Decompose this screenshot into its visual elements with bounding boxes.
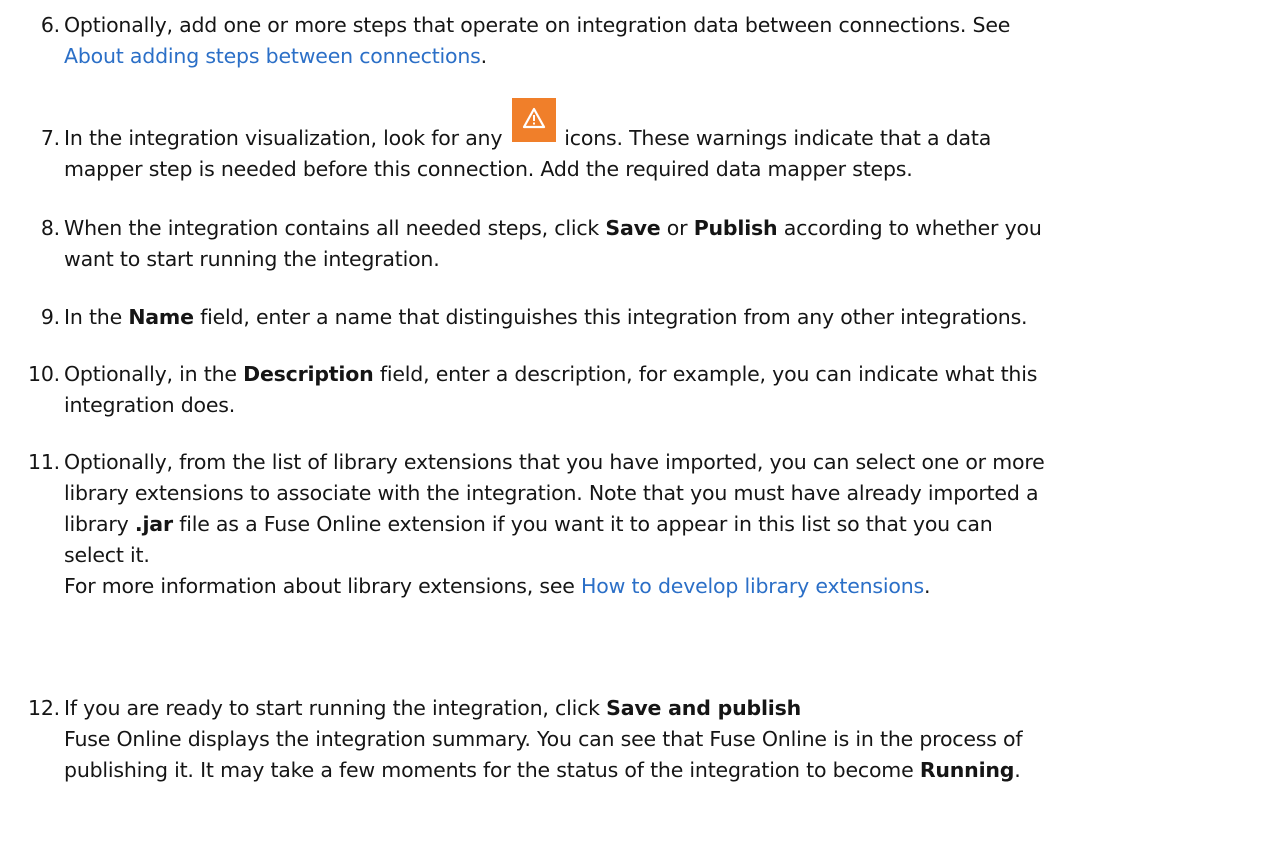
step-text: want to start running the integration. <box>64 247 440 271</box>
step-text: according to whether you <box>783 216 1042 240</box>
keyword-description: Description <box>243 362 374 386</box>
step-text: or <box>666 216 688 240</box>
step-text: In the integration visualization, look f… <box>64 126 503 150</box>
step-text: mapper step is needed before this connec… <box>64 157 913 181</box>
keyword-publish: Publish <box>693 216 778 240</box>
step-text: field, enter a name that distinguishes t… <box>200 305 1028 329</box>
step-number: 9. <box>40 305 60 329</box>
keyword-save-and-publish: Save and publish <box>606 696 802 720</box>
step-number: 10. <box>27 362 60 386</box>
step-text: If you are ready to start running the in… <box>64 696 600 720</box>
about-adding-steps-link[interactable]: About adding steps between connections <box>64 44 481 68</box>
keyword-save: Save <box>605 216 661 240</box>
warning-icon-wrapper <box>502 98 564 154</box>
warning-icon <box>512 98 557 142</box>
list-item: 8. When the integration contains all nee… <box>41 213 1264 275</box>
step-text: Fuse Online displays the integration sum… <box>64 727 1023 751</box>
step-text: library extensions to associate with the… <box>64 481 1039 505</box>
step-text: Optionally, in the <box>64 362 237 386</box>
step-text: select it. <box>64 543 150 567</box>
step-text: integration does. <box>64 393 236 417</box>
keyword-running: Running <box>919 758 1015 782</box>
keyword-name: Name <box>128 305 194 329</box>
step-text: icons. These warnings indicate that a da… <box>564 126 992 150</box>
step-number: 12. <box>27 696 60 720</box>
keyword-jar: .jar <box>134 512 173 536</box>
step-number: 11. <box>27 450 60 474</box>
list-item: 6. Optionally, add one or more steps tha… <box>41 10 1264 72</box>
step-text: In the <box>64 305 122 329</box>
step-text: . <box>1014 758 1021 782</box>
step-text: For more information about library exten… <box>64 574 575 598</box>
step-text: . <box>924 574 931 598</box>
list-item: 10. Optionally, in the Description field… <box>28 359 1264 421</box>
list-item: 9. In the Name field, enter a name that … <box>41 302 1264 333</box>
list-item: 7. In the integration visualization, loo… <box>41 98 1264 185</box>
step-text: Optionally, from the list of library ext… <box>64 450 1045 474</box>
develop-library-extensions-link[interactable]: How to develop library extensions <box>581 574 924 598</box>
step-text: library <box>64 512 129 536</box>
step-number: 7. <box>40 126 60 150</box>
step-text: publishing it. It may take a few moments… <box>64 758 914 782</box>
step-text: . <box>480 44 488 68</box>
step-text: When the integration contains all needed… <box>64 216 600 240</box>
step-number: 6. <box>40 13 60 37</box>
step-number: 8. <box>40 216 60 240</box>
step-text: Optionally, add one or more steps that o… <box>64 13 1011 37</box>
step-text: file as a Fuse Online extension if you w… <box>179 512 993 536</box>
list-item: 11. Optionally, from the list of library… <box>28 447 1264 602</box>
list-item: 12. If you are ready to start running th… <box>28 693 1264 786</box>
step-text: field, enter a description, for example,… <box>379 362 1038 386</box>
